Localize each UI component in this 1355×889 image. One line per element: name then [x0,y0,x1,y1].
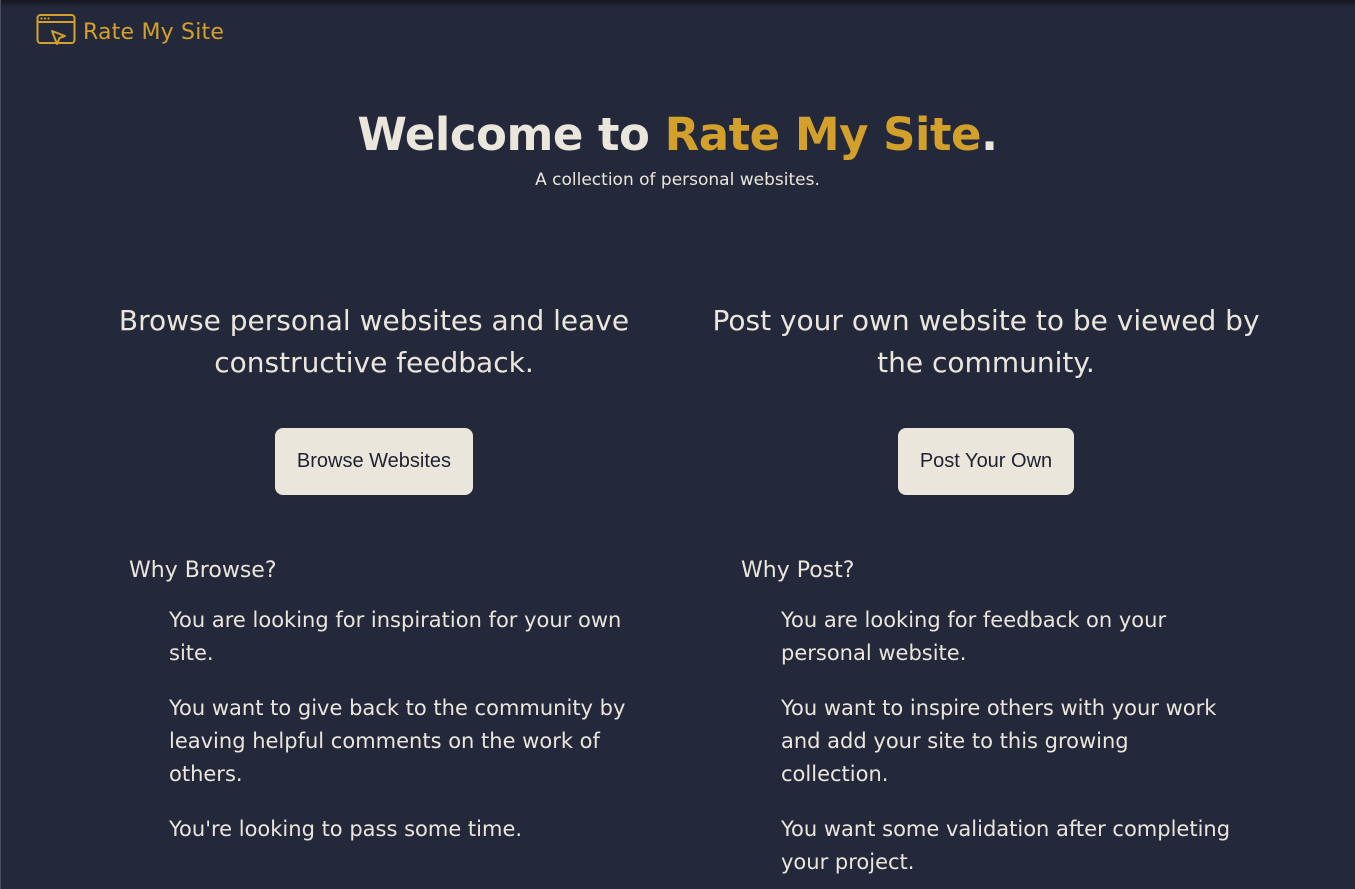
list-item: You are looking for feedback on your per… [781,608,1167,665]
title-prefix: Welcome to [357,108,665,161]
browser-window-cursor-icon [36,13,76,51]
why-post-list: You are looking for feedback on your per… [781,604,1241,879]
list-item: You want some validation after completin… [781,817,1231,874]
list-item: You are looking for inspiration for your… [169,608,622,665]
list-item: You're looking to pass some time. [169,817,523,841]
hero: Welcome to Rate My Site. A collection of… [0,108,1355,190]
post-heading: Post your own website to be viewed by th… [712,304,1260,379]
page-title: Welcome to Rate My Site. [0,108,1355,161]
site-logo-link[interactable]: Rate My Site [36,13,224,51]
post-your-own-button[interactable]: Post Your Own [897,428,1075,495]
why-browse-list: You are looking for inspiration for your… [169,604,629,846]
post-column: Post your own website to be viewed by th… [686,300,1286,495]
browse-column: Browse personal websites and leave const… [74,300,674,495]
title-accent: Rate My Site [664,108,982,161]
browse-websites-button[interactable]: Browse Websites [274,428,474,495]
browse-heading: Browse personal websites and leave const… [118,304,630,379]
brand-name: Rate My Site [83,19,225,45]
page-subtitle: A collection of personal websites. [535,170,820,190]
post-button-wrap: Post Your Own [686,428,1286,495]
top-shadow [0,0,1355,8]
why-browse-title: Why Browse? [129,558,277,583]
title-suffix: . [981,108,998,161]
list-item: You want to give back to the community b… [169,696,626,786]
browse-button-wrap: Browse Websites [74,428,674,495]
why-post-title: Why Post? [741,558,855,583]
list-item: You want to inspire others with your wor… [781,696,1217,786]
why-post-section: Why Post? You are looking for feedback o… [741,558,1241,889]
why-browse-section: Why Browse? You are looking for inspirat… [129,558,629,868]
